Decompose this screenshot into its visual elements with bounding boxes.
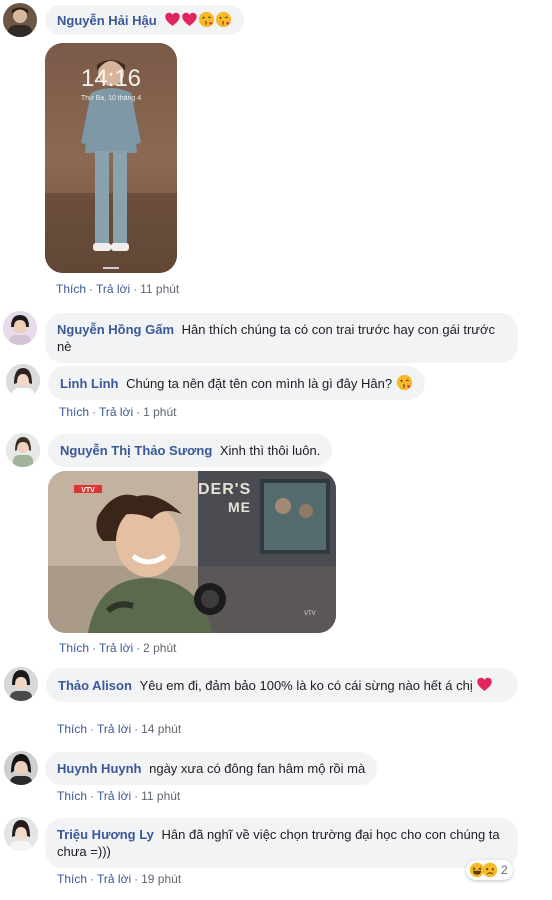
avatar[interactable] (4, 751, 38, 785)
heart-icon (164, 11, 181, 28)
like-button[interactable]: Thích (56, 282, 86, 296)
separator: · (134, 872, 139, 886)
comment-timestamp[interactable]: 1 phút (143, 405, 176, 419)
comment-actions: Thích · Trả lời · 14 phút (57, 722, 181, 736)
comment-author[interactable]: Nguyễn Hồng Gấm (57, 322, 178, 337)
avatar[interactable] (4, 817, 38, 851)
avatar[interactable] (6, 364, 40, 398)
comment-timestamp[interactable]: 2 phút (143, 641, 176, 655)
reaction-count: 2 (501, 863, 508, 877)
comment-bubble: Nguyễn Hải Hậu (45, 5, 245, 35)
sad-icon (482, 862, 498, 878)
comment-timestamp[interactable]: 11 phút (141, 789, 180, 803)
reply-button[interactable]: Trả lời (99, 641, 133, 655)
comment-actions: Thích · Trả lời · 11 phút (57, 789, 180, 803)
separator: · (136, 641, 141, 655)
reply-button[interactable]: Trả lời (96, 282, 130, 296)
heart-icon (181, 11, 198, 28)
avatar[interactable] (3, 311, 37, 345)
comment-text: Chúng ta nên đặt tên con mình là gì đây … (126, 376, 393, 391)
comment-actions: Thích · Trả lời · 1 phút (59, 405, 176, 419)
comment-actions: Thích · Trả lời · 2 phút (59, 641, 176, 655)
like-button[interactable]: Thích (57, 722, 87, 736)
comment-photo[interactable]: 14:16 Thứ Ba, 10 tháng 4 (45, 43, 177, 273)
comment-author[interactable]: Huynh Huynh (57, 761, 145, 776)
comment-bubble: Nguyễn Thị Thảo Sương Xinh thì thôi luôn… (48, 434, 333, 467)
svg-text:VTV: VTV (81, 487, 95, 494)
separator: · (92, 405, 97, 419)
comment-author[interactable]: Linh Linh (60, 376, 122, 391)
comment-author[interactable]: Nguyễn Thị Thảo Sương (60, 443, 216, 458)
separator: · (92, 641, 97, 655)
comment-bubble: Linh Linh Chúng ta nên đặt tên con mình … (48, 366, 425, 400)
reply-button[interactable]: Trả lời (99, 405, 133, 419)
separator: · (90, 789, 95, 803)
reply-button[interactable]: Trả lời (97, 789, 131, 803)
avatar[interactable] (4, 667, 38, 701)
comment-text: ngày xưa có đông fan hâm mộ rồi mà (149, 761, 366, 776)
avatar[interactable] (6, 433, 40, 467)
comment-bubble: Nguyễn Hồng Gấm Hân thích chúng ta có co… (45, 313, 518, 363)
comment-bubble: Triệu Hương Ly Hân đã nghĩ về việc chọn … (45, 818, 518, 868)
photo-banner-text: DER'S (198, 481, 252, 498)
comment-author[interactable]: Triệu Hương Ly (57, 827, 158, 842)
comment-actions: Thích · Trả lời · 11 phút (56, 282, 179, 296)
comment-author[interactable]: Nguyễn Hải Hậu (57, 13, 160, 28)
reply-button[interactable]: Trả lời (97, 722, 131, 736)
reply-button[interactable]: Trả lời (97, 872, 131, 886)
lockscreen-date: Thứ Ba, 10 tháng 4 (80, 95, 142, 102)
lockscreen-clock: 14:16 (80, 65, 142, 92)
kiss-face-icon (396, 374, 413, 391)
separator: · (90, 722, 95, 736)
separator: · (89, 282, 94, 296)
separator: · (136, 405, 141, 419)
kiss-face-icon (198, 11, 215, 28)
photo-banner-text-2: ME (228, 499, 251, 515)
comment-timestamp[interactable]: 19 phút (141, 872, 181, 886)
comment-timestamp[interactable]: 11 phút (140, 282, 179, 296)
separator: · (90, 872, 95, 886)
comment-text: Xinh thì thôi luôn. (219, 443, 321, 458)
kiss-face-icon (215, 11, 232, 28)
like-button[interactable]: Thích (57, 789, 87, 803)
comment-author[interactable]: Thảo Alison (58, 678, 136, 693)
comment-photo[interactable]: VTV VTV DER'S ME (48, 471, 336, 633)
svg-text:VTV: VTV (304, 611, 316, 617)
comment-timestamp[interactable]: 14 phút (141, 722, 181, 736)
comment-actions: Thích · Trả lời · 19 phút (57, 872, 181, 886)
comment-bubble: Huynh Huynh ngày xưa có đông fan hâm mộ … (45, 752, 378, 785)
like-button[interactable]: Thích (59, 641, 89, 655)
like-button[interactable]: Thích (57, 872, 87, 886)
like-button[interactable]: Thích (59, 405, 89, 419)
separator: · (134, 722, 139, 736)
reaction-summary[interactable]: 2 (466, 860, 513, 880)
avatar[interactable] (3, 3, 37, 37)
separator: · (133, 282, 138, 296)
comment-bubble: Thảo Alison Yêu em đi, đảm bảo 100% là k… (46, 668, 518, 702)
separator: · (134, 789, 139, 803)
comment-text: Yêu em đi, đảm bảo 100% là ko có cái sừn… (139, 678, 473, 693)
heart-icon (476, 676, 493, 693)
